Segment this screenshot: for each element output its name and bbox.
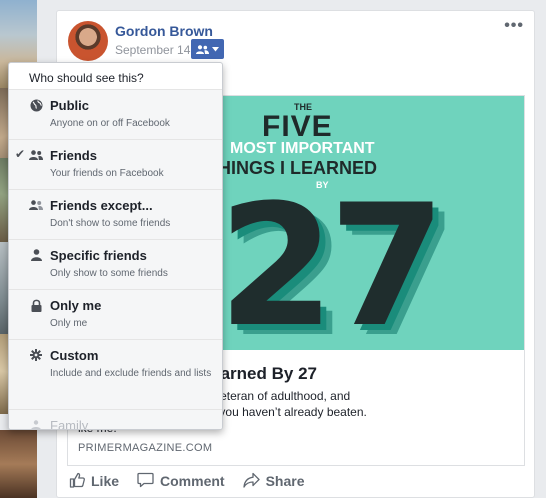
preview-domain: PRIMERMAGAZINE.COM <box>78 442 213 454</box>
gear-icon <box>29 348 43 362</box>
author-avatar[interactable] <box>68 21 108 61</box>
thumbs-up-icon <box>69 472 85 491</box>
lock-icon <box>29 298 43 312</box>
strip-photo[interactable] <box>0 430 37 498</box>
option-description: Include and exclude friends and lists <box>50 368 212 379</box>
share-label: Share <box>265 473 305 489</box>
menu-caret <box>207 62 221 63</box>
option-label: Friends except... <box>50 198 153 213</box>
menu-header: Who should see this? <box>29 71 144 85</box>
author-name[interactable]: Gordon Brown <box>115 23 213 39</box>
art-text-most-important: MOST IMPORTANT <box>230 140 375 157</box>
audience-option-custom[interactable]: Custom Include and exclude friends and l… <box>9 339 222 409</box>
friends-except-icon <box>29 198 43 212</box>
option-label: Public <box>50 98 90 113</box>
option-label: Friends <box>50 148 97 163</box>
globe-icon <box>29 98 43 112</box>
post-actions: Like Comment Share <box>67 466 525 496</box>
share-button[interactable]: Share <box>242 472 305 491</box>
like-label: Like <box>91 473 120 489</box>
comment-button[interactable]: Comment <box>137 472 225 491</box>
share-icon <box>242 472 260 491</box>
option-description: Anyone on or off Facebook <box>50 118 170 129</box>
audience-option-friends[interactable]: ✔ Friends Your friends on Facebook <box>9 139 222 189</box>
option-description: Don't show to some friends <box>50 218 171 229</box>
option-description: Your friends on Facebook <box>50 168 164 179</box>
more-options-button[interactable]: ••• <box>504 17 524 35</box>
option-label: Custom <box>50 348 99 363</box>
audience-menu: Who should see this? Public Anyone on or… <box>8 62 223 430</box>
chevron-down-icon <box>212 46 219 52</box>
option-label: Specific friends <box>50 248 147 263</box>
like-button[interactable]: Like <box>69 472 119 491</box>
audience-option-specific-friends[interactable]: Specific friends Only show to some frien… <box>9 239 222 289</box>
option-description: Only me <box>50 318 88 329</box>
comment-label: Comment <box>160 473 225 489</box>
post-date[interactable]: September 14 <box>115 43 190 57</box>
audience-selector-button[interactable] <box>191 39 224 59</box>
comment-icon <box>137 472 154 491</box>
audience-option-family[interactable]: Family <box>9 409 222 430</box>
option-description: Only show to some friends <box>50 268 168 279</box>
check-icon: ✔ <box>15 147 26 161</box>
art-number: 27 <box>218 168 446 350</box>
art-text-five: FIVE <box>262 110 333 143</box>
person-icon <box>29 248 43 262</box>
friends-icon <box>196 44 209 54</box>
friends-icon <box>29 148 43 162</box>
audience-option-public[interactable]: Public Anyone on or off Facebook <box>9 89 222 139</box>
audience-option-only-me[interactable]: Only me Only me <box>9 289 222 339</box>
option-label: Family <box>50 418 89 430</box>
family-icon <box>29 418 43 429</box>
audience-option-friends-except[interactable]: Friends except... Don't show to some fri… <box>9 189 222 239</box>
option-label: Only me <box>50 298 102 313</box>
